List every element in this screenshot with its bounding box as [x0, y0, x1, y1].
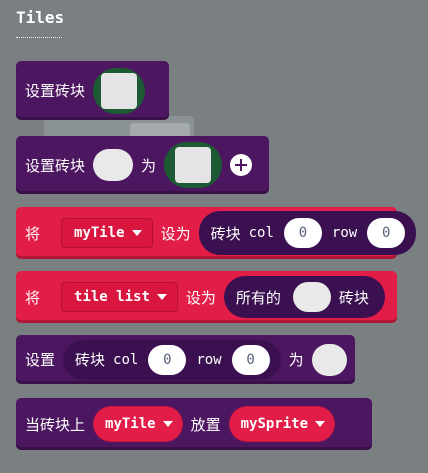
set-tile-list-block[interactable]: 将 tile list 设为 所有的 砖块	[16, 271, 397, 323]
row-input[interactable]: 0	[367, 218, 406, 248]
tile-location-reporter[interactable]: 砖块 col 0 row 0	[198, 211, 417, 255]
tile-picker[interactable]	[93, 67, 146, 114]
tile-input[interactable]	[93, 149, 134, 181]
set-tile-block[interactable]: 设置砖块	[16, 61, 169, 120]
variable-name: mySprite	[240, 416, 309, 432]
set-tile-label: 设置砖块	[25, 82, 86, 100]
variable-name: tile list	[74, 289, 150, 305]
chevron-down-icon	[315, 421, 326, 427]
row-label: row	[196, 351, 222, 368]
col-input[interactable]: 0	[148, 344, 187, 375]
place-on-tile-block[interactable]: 当砖块上 myTile 放置 mySprite	[16, 398, 372, 450]
set-label: 设置	[25, 351, 56, 369]
to-label: 设为	[185, 288, 216, 307]
image-picker[interactable]	[164, 142, 223, 188]
all-label: 所有的	[235, 288, 281, 307]
place-on-tile-label: 当砖块上	[25, 415, 86, 434]
chevron-down-icon	[162, 421, 173, 427]
add-parameter-icon[interactable]	[230, 154, 253, 176]
tile-label: 砖块	[75, 351, 106, 369]
variable-name: myTile	[74, 225, 125, 241]
row-input[interactable]: 0	[231, 344, 270, 375]
set-label: 将	[25, 224, 41, 243]
set-tile-as-label: 设置砖块	[25, 156, 86, 175]
variable-name: myTile	[105, 416, 156, 432]
category-title: Tiles	[16, 8, 65, 27]
set-label: 将	[25, 288, 41, 307]
sprite-variable-dropdown[interactable]: mySprite	[228, 406, 336, 442]
place-label: 放置	[190, 415, 221, 434]
to-label: 设为	[160, 224, 191, 243]
col-input[interactable]: 0	[283, 218, 322, 248]
image-preview	[175, 147, 212, 183]
row-label: row	[331, 225, 358, 241]
tile-kind-input[interactable]	[292, 282, 331, 312]
col-label: col	[113, 351, 139, 368]
tile-location-reporter[interactable]: 砖块 col 0 row 0	[63, 339, 281, 380]
chevron-down-icon	[131, 230, 142, 236]
as-label: 为	[141, 156, 157, 175]
tile-variable-dropdown[interactable]: myTile	[93, 406, 183, 442]
variable-dropdown[interactable]: tile list	[61, 282, 178, 312]
set-var-tile-location-block[interactable]: 将 myTile 设为 砖块 col 0 row 0	[16, 207, 417, 259]
col-label: col	[248, 225, 274, 241]
tiles-suffix-label: 砖块	[338, 288, 369, 307]
tile-preview	[101, 72, 138, 109]
chevron-down-icon	[156, 294, 167, 300]
set-tile-at-location-block[interactable]: 设置 砖块 col 0 row 0 为	[16, 335, 355, 384]
tile-kind-input[interactable]	[311, 343, 347, 376]
as-label: 为	[288, 351, 304, 369]
all-tiles-reporter[interactable]: 所有的 砖块	[223, 276, 385, 318]
category-underline	[16, 37, 62, 38]
set-tile-as-block[interactable]: 设置砖块 为	[16, 136, 269, 194]
tile-label: 砖块	[210, 224, 241, 243]
variable-dropdown[interactable]: myTile	[61, 218, 153, 248]
